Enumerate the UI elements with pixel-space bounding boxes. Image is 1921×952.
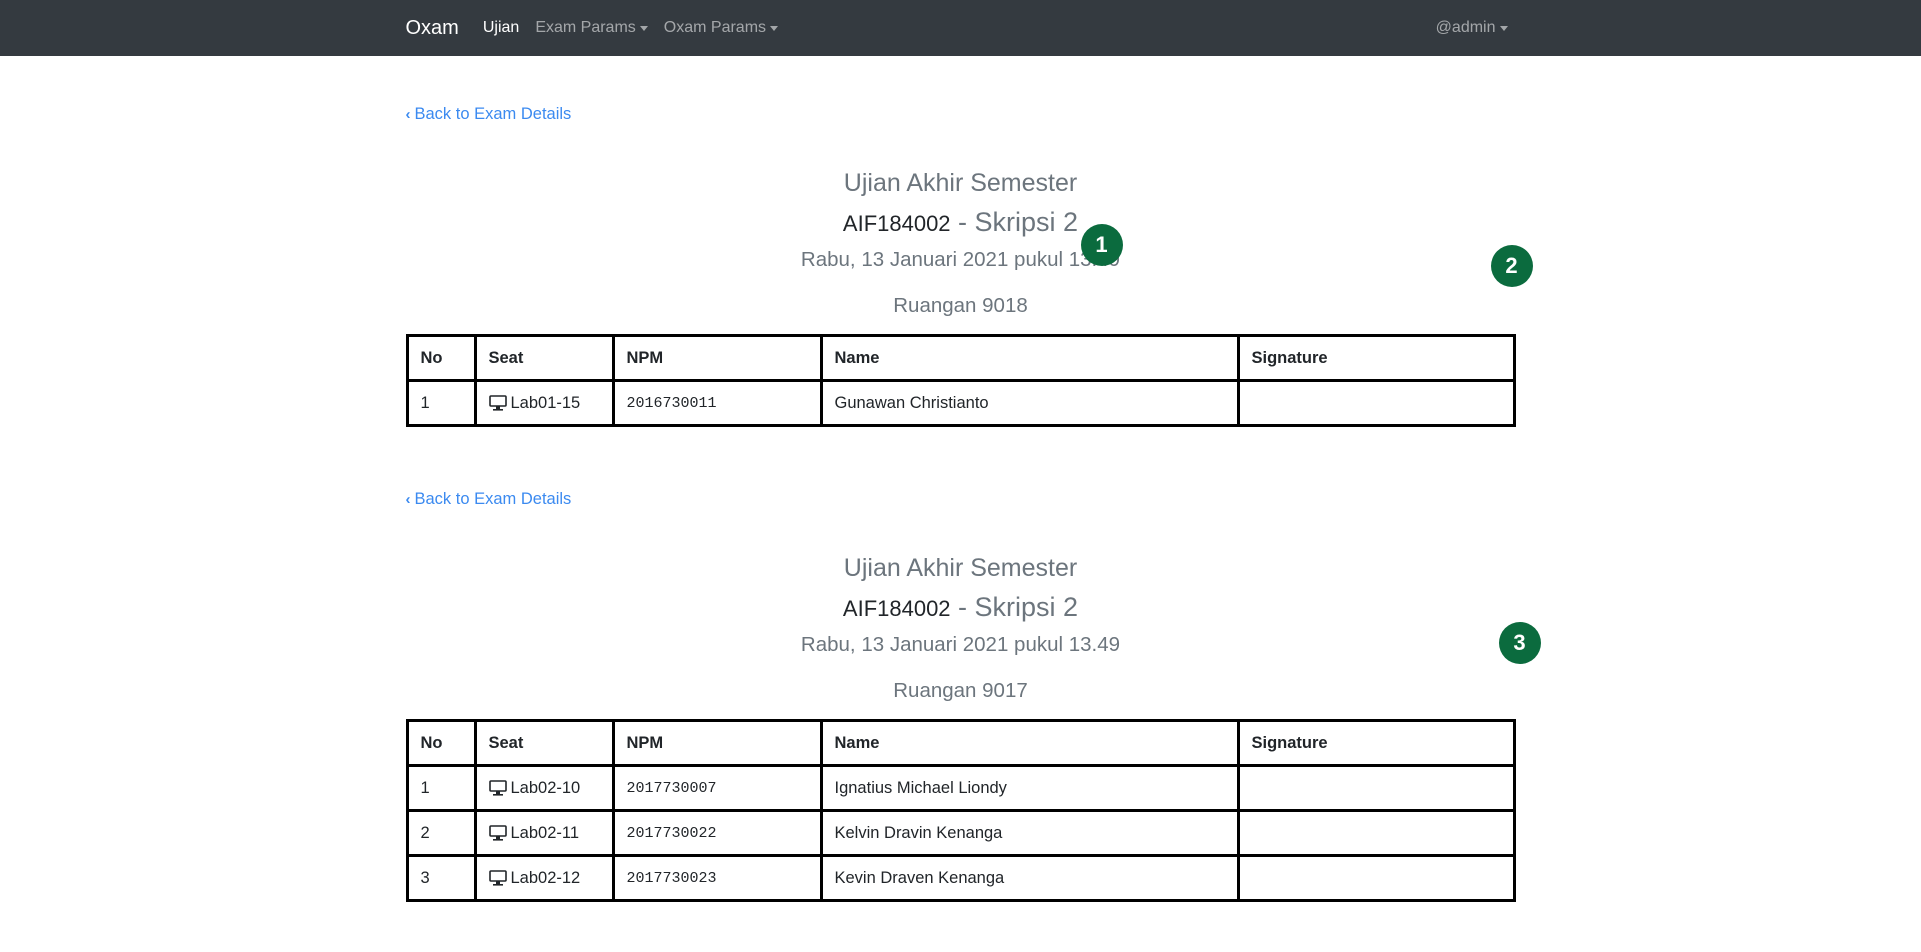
course-line: AIF184002 - Skripsi 2 (406, 206, 1516, 240)
main-content: ‹ Back to Exam Details Ujian Akhir Semes… (405, 56, 1541, 902)
cell-no: 2 (405, 809, 477, 857)
back-link-label: Back to Exam Details (414, 105, 572, 123)
attendance-table: No Seat NPM Name Signature 1 Lab01-15 20… (405, 334, 1516, 427)
course-separator: - (950, 207, 975, 237)
nav-item-ujian[interactable]: Ujian (483, 19, 519, 37)
user-label: @admin (1435, 19, 1496, 36)
chevron-left-icon: ‹ (405, 106, 411, 123)
exam-header: Ujian Akhir Semester AIF184002 - Skripsi… (406, 168, 1516, 318)
annotation-badge: 1 (1080, 224, 1123, 266)
monitor-icon (488, 870, 507, 886)
back-link-label: Back to Exam Details (414, 490, 572, 508)
cell-seat: Lab01-15 (473, 379, 615, 427)
seat-label: Lab02-11 (510, 823, 580, 842)
column-header-seat: Seat (473, 719, 615, 767)
table-row: 2 Lab02-11 2017730022 Kelvin Dravin Kena… (405, 809, 1516, 857)
cell-npm: 2017730022 (611, 809, 823, 857)
user-menu-dropdown[interactable]: @admin (1436, 19, 1508, 37)
caret-down-icon (1499, 25, 1508, 31)
exam-datetime: Rabu, 13 Januari 2021 pukul 13.49 (800, 633, 1121, 656)
brand-logo[interactable]: Oxam (406, 17, 459, 40)
cell-npm: 2016730011 (611, 379, 823, 427)
back-to-exam-details-link[interactable]: ‹ Back to Exam Details (406, 490, 572, 509)
column-header-no: No (405, 719, 477, 767)
course-code: AIF184002 (842, 211, 951, 236)
exam-header: Ujian Akhir Semester AIF184002 - Skripsi… (406, 553, 1516, 703)
table-header-row: No Seat NPM Name Signature (405, 334, 1516, 382)
course-code: AIF184002 (842, 596, 951, 621)
exam-datetime: Rabu, 13 Januari 2021 pukul 13.49 (800, 248, 1121, 271)
room-section: ‹ Back to Exam Details Ujian Akhir Semes… (405, 427, 1541, 902)
monitor-icon (488, 825, 507, 841)
nav-dropdown-oxam-params[interactable]: Oxam Params (663, 19, 779, 37)
table-row: 1 Lab01-15 2016730011 Gunawan Christiant… (405, 379, 1516, 427)
room-name: Ruangan 9017 (893, 679, 1028, 702)
room-section: ‹ Back to Exam Details Ujian Akhir Semes… (405, 56, 1533, 427)
column-header-seat: Seat (473, 334, 615, 382)
cell-npm: 2017730023 (611, 854, 823, 902)
exam-title: Ujian Akhir Semester (843, 169, 1078, 197)
cell-no: 1 (405, 764, 477, 812)
cell-signature (1236, 854, 1516, 902)
caret-down-icon (639, 25, 648, 31)
seat-label: Lab02-10 (510, 778, 581, 797)
cell-signature (1236, 764, 1516, 812)
table-row: 3 Lab02-12 2017730023 Kevin Draven Kenan… (405, 854, 1516, 902)
back-to-exam-details-link[interactable]: ‹ Back to Exam Details (406, 105, 572, 124)
seat-label: Lab02-12 (510, 868, 581, 887)
cell-signature (1236, 379, 1516, 427)
cell-no: 3 (405, 854, 477, 902)
caret-down-icon (770, 25, 779, 31)
seat-label: Lab01-15 (510, 393, 581, 412)
monitor-icon (488, 780, 507, 796)
chevron-left-icon: ‹ (405, 491, 411, 508)
column-header-npm: NPM (611, 719, 823, 767)
exam-title: Ujian Akhir Semester (843, 554, 1078, 582)
column-header-npm: NPM (611, 334, 823, 382)
cell-signature (1236, 809, 1516, 857)
navbar: Oxam Ujian Exam Params Oxam Params @admi… (0, 0, 1921, 56)
cell-npm: 2017730007 (611, 764, 823, 812)
table-row: 1 Lab02-10 2017730007 Ignatius Michael L… (405, 764, 1516, 812)
nav-dropdown-exam-params[interactable]: Exam Params (535, 19, 648, 37)
nav-item-label: Exam Params (535, 19, 636, 36)
nav-item-label: Ujian (482, 19, 520, 36)
column-header-name: Name (819, 334, 1240, 382)
room-name: Ruangan 9018 (893, 294, 1028, 317)
cell-seat: Lab02-12 (473, 854, 615, 902)
cell-name: Kevin Draven Kenanga (819, 854, 1240, 902)
course-separator: - (950, 592, 975, 622)
cell-name: Gunawan Christianto (819, 379, 1240, 427)
course-name: Skripsi 2 (974, 207, 1079, 237)
column-header-signature: Signature (1236, 719, 1516, 767)
cell-seat: Lab02-11 (473, 809, 615, 857)
column-header-signature: Signature (1236, 334, 1516, 382)
nav-item-label: Oxam Params (663, 19, 767, 36)
annotation-badge: 3 (1498, 622, 1541, 664)
annotation-badge: 2 (1490, 245, 1533, 287)
cell-name: Kelvin Dravin Kenanga (819, 809, 1240, 857)
column-header-no: No (405, 334, 477, 382)
cell-no: 1 (405, 379, 477, 427)
course-line: AIF184002 - Skripsi 2 (406, 591, 1516, 625)
cell-name: Ignatius Michael Liondy (819, 764, 1240, 812)
attendance-table: No Seat NPM Name Signature 1 Lab02-10 20… (405, 719, 1516, 902)
column-header-name: Name (819, 719, 1240, 767)
monitor-icon (488, 395, 507, 411)
course-name: Skripsi 2 (974, 592, 1079, 622)
table-header-row: No Seat NPM Name Signature (405, 719, 1516, 767)
cell-seat: Lab02-10 (473, 764, 615, 812)
